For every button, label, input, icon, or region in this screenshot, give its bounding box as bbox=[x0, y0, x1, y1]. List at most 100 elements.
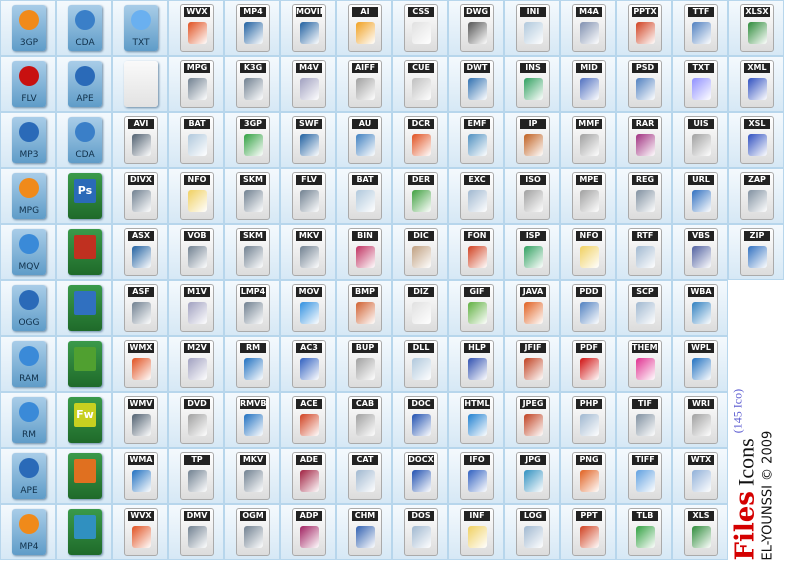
file-icon-png[interactable]: PNG bbox=[560, 448, 616, 504]
file-icon-bup[interactable]: BUP bbox=[336, 336, 392, 392]
file-icon-fw[interactable]: Fw bbox=[56, 392, 112, 448]
file-icon-vbs[interactable]: VBS bbox=[672, 224, 728, 280]
file-icon-wmv[interactable]: WMV bbox=[112, 392, 168, 448]
file-icon-tlb[interactable]: TLB bbox=[616, 504, 672, 560]
file-icon-ifo[interactable]: IFO bbox=[448, 448, 504, 504]
file-icon-ip[interactable]: IP bbox=[504, 112, 560, 168]
file-icon-blank[interactable] bbox=[56, 280, 112, 336]
file-icon-docx[interactable]: DOCX bbox=[392, 448, 448, 504]
file-icon-bat[interactable]: BAT bbox=[168, 112, 224, 168]
file-icon-divx[interactable]: DIVX bbox=[112, 168, 168, 224]
file-icon-ram[interactable]: RAM bbox=[0, 336, 56, 392]
file-icon-blank[interactable] bbox=[112, 56, 168, 112]
file-icon-fon[interactable]: FON bbox=[448, 224, 504, 280]
file-icon-scp[interactable]: SCP bbox=[616, 280, 672, 336]
file-icon-mov[interactable]: MOV bbox=[280, 280, 336, 336]
file-icon-tif[interactable]: TIF bbox=[616, 392, 672, 448]
file-icon-theme[interactable]: THEME bbox=[616, 336, 672, 392]
file-icon-dcr[interactable]: DCR bbox=[392, 112, 448, 168]
file-icon-au[interactable]: AU bbox=[336, 112, 392, 168]
file-icon-dll[interactable]: DLL bbox=[392, 336, 448, 392]
file-icon-ttf[interactable]: TTF bbox=[672, 0, 728, 56]
file-icon-adp[interactable]: ADP bbox=[280, 504, 336, 560]
file-icon-zip[interactable]: ZIP bbox=[728, 224, 784, 280]
file-icon-bat[interactable]: BAT bbox=[336, 168, 392, 224]
file-icon-blank[interactable] bbox=[56, 504, 112, 560]
file-icon-zap[interactable]: ZAP bbox=[728, 168, 784, 224]
file-icon-wtx[interactable]: WTX bbox=[672, 448, 728, 504]
file-icon-mpe[interactable]: MPE bbox=[560, 168, 616, 224]
file-icon-xsl[interactable]: XSL bbox=[728, 112, 784, 168]
file-icon-mp3[interactable]: MP3 bbox=[0, 112, 56, 168]
file-icon-mmf[interactable]: MMF bbox=[560, 112, 616, 168]
file-icon-wvx[interactable]: WVX bbox=[112, 504, 168, 560]
file-icon-doc[interactable]: DOC bbox=[392, 392, 448, 448]
file-icon-css[interactable]: CSS bbox=[392, 0, 448, 56]
file-icon-java[interactable]: JAVA bbox=[504, 280, 560, 336]
file-icon-bmp[interactable]: BMP bbox=[336, 280, 392, 336]
file-icon-rm[interactable]: RM bbox=[224, 336, 280, 392]
file-icon-iso[interactable]: ISO bbox=[504, 168, 560, 224]
file-icon-mpg[interactable]: MPG bbox=[168, 56, 224, 112]
file-icon-ace[interactable]: ACE bbox=[280, 392, 336, 448]
file-icon-m2v[interactable]: M2V bbox=[168, 336, 224, 392]
file-icon-blank[interactable] bbox=[56, 448, 112, 504]
file-icon-cda[interactable]: CDA bbox=[56, 0, 112, 56]
file-icon-skm[interactable]: SKM bbox=[224, 168, 280, 224]
file-icon-ini[interactable]: INI bbox=[504, 0, 560, 56]
file-icon-mid[interactable]: MID bbox=[560, 56, 616, 112]
file-icon-ins[interactable]: INS bbox=[504, 56, 560, 112]
file-icon-tiff[interactable]: TIFF bbox=[616, 448, 672, 504]
file-icon-ai[interactable]: AI bbox=[336, 0, 392, 56]
file-icon-jfif[interactable]: JFIF bbox=[504, 336, 560, 392]
file-icon-hlp[interactable]: HLP bbox=[448, 336, 504, 392]
file-icon-jpeg[interactable]: JPEG bbox=[504, 392, 560, 448]
file-icon-xlsx[interactable]: XLSX bbox=[728, 0, 784, 56]
file-icon-rar[interactable]: RAR bbox=[616, 112, 672, 168]
file-icon-movie[interactable]: MOVIE bbox=[280, 0, 336, 56]
file-icon-flv[interactable]: FLV bbox=[0, 56, 56, 112]
file-icon-txt[interactable]: TXT bbox=[672, 56, 728, 112]
file-icon-ape[interactable]: APE bbox=[56, 56, 112, 112]
file-icon-3gp[interactable]: 3GP bbox=[0, 0, 56, 56]
file-icon-pdf[interactable]: PDF bbox=[560, 336, 616, 392]
file-icon-ps[interactable]: Ps bbox=[56, 168, 112, 224]
file-icon-pdd[interactable]: PDD bbox=[560, 280, 616, 336]
file-icon-asx[interactable]: ASX bbox=[112, 224, 168, 280]
file-icon-url[interactable]: URL bbox=[672, 168, 728, 224]
file-icon-3gp[interactable]: 3GP bbox=[224, 112, 280, 168]
file-icon-aiff[interactable]: AIFF bbox=[336, 56, 392, 112]
file-icon-vob[interactable]: VOB bbox=[168, 224, 224, 280]
file-icon-ppt[interactable]: PPT bbox=[560, 504, 616, 560]
file-icon-wri[interactable]: WRI bbox=[672, 392, 728, 448]
file-icon-wma[interactable]: WMA bbox=[112, 448, 168, 504]
file-icon-mkv[interactable]: MKV bbox=[280, 224, 336, 280]
file-icon-exc[interactable]: EXC bbox=[448, 168, 504, 224]
file-icon-flv[interactable]: FLV bbox=[280, 168, 336, 224]
file-icon-mkv[interactable]: MKV bbox=[224, 448, 280, 504]
file-icon-php[interactable]: PHP bbox=[560, 392, 616, 448]
file-icon-rmvb[interactable]: RMVB bbox=[224, 392, 280, 448]
file-icon-isp[interactable]: ISP bbox=[504, 224, 560, 280]
file-icon-k3g[interactable]: K3G bbox=[224, 56, 280, 112]
file-icon-psd[interactable]: PSD bbox=[616, 56, 672, 112]
file-icon-wmx[interactable]: WMX bbox=[112, 336, 168, 392]
file-icon-blank[interactable] bbox=[56, 224, 112, 280]
file-icon-ac3[interactable]: AC3 bbox=[280, 336, 336, 392]
file-icon-wvx[interactable]: WVX bbox=[168, 0, 224, 56]
file-icon-asf[interactable]: ASF bbox=[112, 280, 168, 336]
file-icon-cda[interactable]: CDA bbox=[56, 112, 112, 168]
file-icon-dos[interactable]: DOS bbox=[392, 504, 448, 560]
file-icon-avi[interactable]: AVI bbox=[112, 112, 168, 168]
file-icon-reg[interactable]: REG bbox=[616, 168, 672, 224]
file-icon-txt[interactable]: TXT bbox=[112, 0, 168, 56]
file-icon-rm[interactable]: RM bbox=[0, 392, 56, 448]
file-icon-pptx[interactable]: PPTX bbox=[616, 0, 672, 56]
file-icon-nfo[interactable]: NFO bbox=[168, 168, 224, 224]
file-icon-xls[interactable]: XLS bbox=[672, 504, 728, 560]
file-icon-mpg[interactable]: MPG bbox=[0, 168, 56, 224]
file-icon-ape[interactable]: APE bbox=[0, 448, 56, 504]
file-icon-cat[interactable]: CAT bbox=[336, 448, 392, 504]
file-icon-tp[interactable]: TP bbox=[168, 448, 224, 504]
file-icon-mqv[interactable]: MQV bbox=[0, 224, 56, 280]
